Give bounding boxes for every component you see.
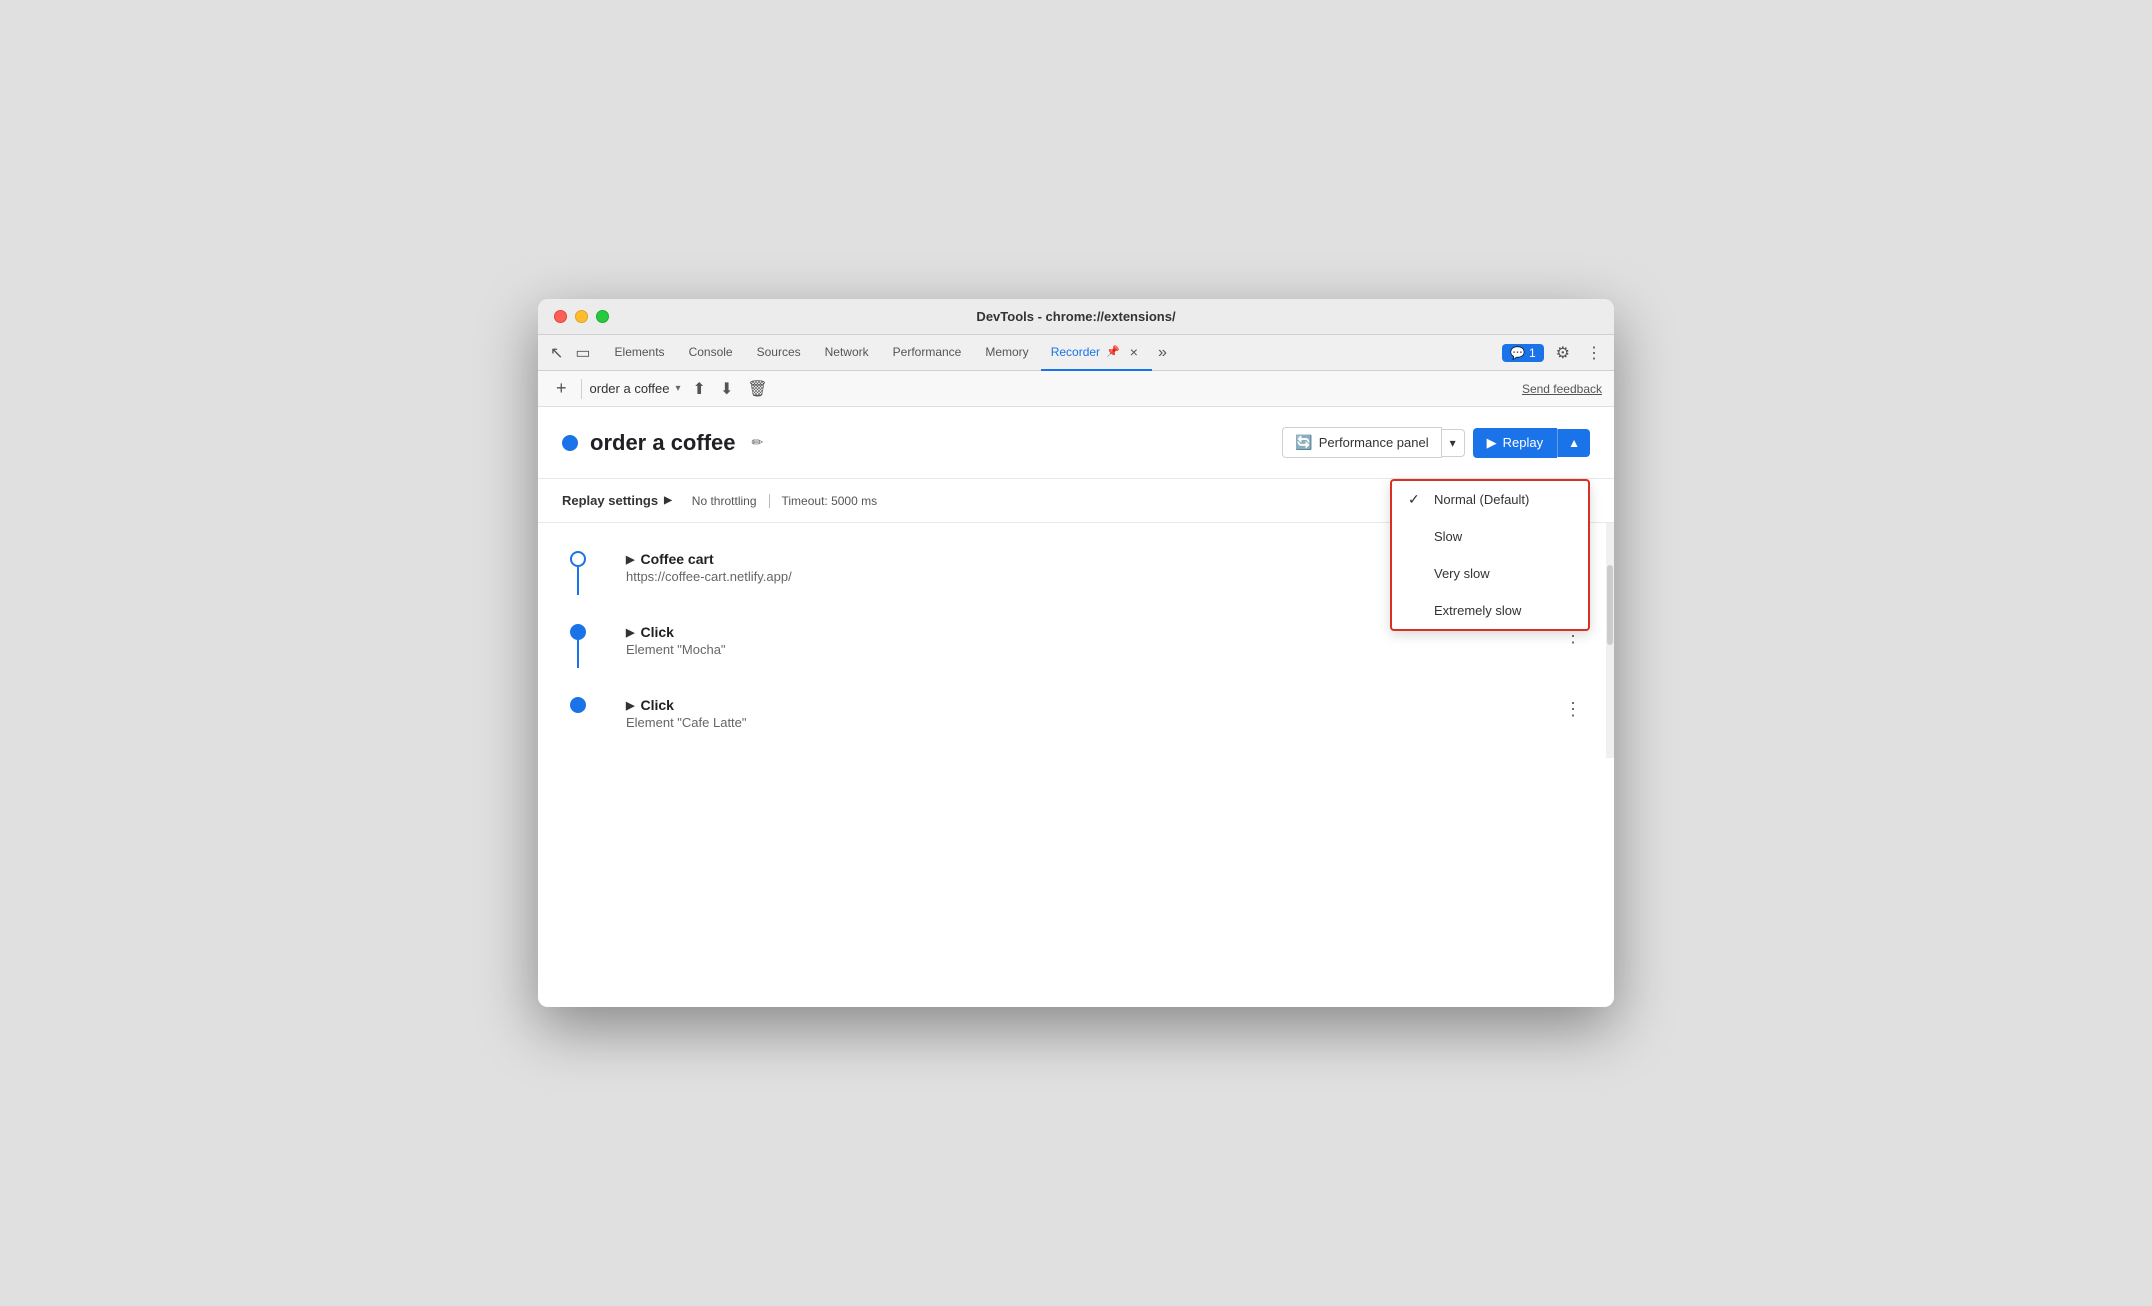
pin-icon: 📌 xyxy=(1106,345,1120,358)
dropdown-item-normal[interactable]: ✓ Normal (Default) xyxy=(1392,481,1588,518)
recording-header: order a coffee ✏ 🔄 Performance panel ▾ ▶ xyxy=(538,407,1614,479)
recorder-toolbar: + order a coffee ▾ ⬆ ⬇ 🗑 Send feedback xyxy=(538,371,1614,407)
window-controls xyxy=(554,310,609,323)
pencil-icon: ✏ xyxy=(752,434,764,450)
recording-controls: 🔄 Performance panel ▾ ▶ Replay ▲ xyxy=(1282,427,1590,458)
settings-button[interactable]: ⚙ xyxy=(1552,339,1574,367)
more-button[interactable]: ⋮ xyxy=(1582,339,1606,367)
delete-button[interactable]: 🗑 xyxy=(743,375,771,403)
replay-dropdown-button[interactable]: ▲ xyxy=(1557,429,1590,457)
tab-network[interactable]: Network xyxy=(813,335,881,371)
replay-button-group: ▶ Replay ▲ xyxy=(1473,428,1590,458)
tab-recorder-close[interactable]: × xyxy=(1126,342,1142,362)
step-subtitle-2: Element "Mocha" xyxy=(626,642,1556,657)
step-node-2 xyxy=(570,624,586,640)
devtools-right-actions: 💬 1 ⚙ ⋮ xyxy=(1502,339,1606,367)
dropdown-item-extremely-slow[interactable]: ✓ Extremely slow xyxy=(1392,592,1588,629)
scrollbar-track[interactable] xyxy=(1606,523,1614,758)
export-button[interactable]: ⬆ xyxy=(689,375,710,403)
content-area: order a coffee ✏ 🔄 Performance panel ▾ ▶ xyxy=(538,407,1614,1007)
table-row: ▶ Click Element "Cafe Latte" ⋮ xyxy=(538,685,1614,742)
gear-icon: ⚙ xyxy=(1556,345,1570,362)
step-subtitle-3: Element "Cafe Latte" xyxy=(626,715,1556,730)
maximize-button[interactable] xyxy=(596,310,609,323)
more-icon: ⋮ xyxy=(1586,345,1602,362)
devtools-icons: ↖ ▭ xyxy=(546,339,595,367)
expand-arrow-3: ▶ xyxy=(626,699,634,712)
settings-expand-arrow: ▶ xyxy=(664,495,672,506)
cursor-icon-btn[interactable]: ↖ xyxy=(546,339,567,367)
send-feedback-button[interactable]: Send feedback xyxy=(1522,382,1602,396)
step-line-1 xyxy=(577,567,579,595)
import-button[interactable]: ⬇ xyxy=(716,375,737,403)
replay-settings-info: No throttling Timeout: 5000 ms xyxy=(692,494,877,508)
devtools-tab-bar: ↖ ▭ Elements Console Sources Network Per… xyxy=(538,335,1614,371)
perf-dropdown-arrow-icon: ▾ xyxy=(1450,436,1456,450)
tab-console[interactable]: Console xyxy=(677,335,745,371)
step-timeline-3 xyxy=(538,697,618,713)
tab-performance[interactable]: Performance xyxy=(881,335,974,371)
toolbar-icons: ⬆ ⬇ 🗑 xyxy=(689,375,772,403)
replay-arrow-icon: ▲ xyxy=(1568,436,1580,450)
step-content-3: ▶ Click Element "Cafe Latte" xyxy=(618,697,1556,730)
recording-dropdown-arrow: ▾ xyxy=(676,383,681,394)
add-recording-button[interactable]: + xyxy=(550,376,573,401)
device-icon-btn[interactable]: ▭ xyxy=(571,339,594,367)
step-node-1 xyxy=(570,551,586,567)
scrollbar-thumb[interactable] xyxy=(1607,565,1613,645)
tab-more-btn[interactable]: » xyxy=(1152,344,1173,362)
step-node-3 xyxy=(570,697,586,713)
download-icon: ⬇ xyxy=(720,381,733,398)
tab-elements[interactable]: Elements xyxy=(603,335,677,371)
tab-sources[interactable]: Sources xyxy=(745,335,813,371)
recording-indicator xyxy=(562,435,578,451)
expand-arrow-2: ▶ xyxy=(626,626,634,639)
play-icon: ▶ xyxy=(1487,435,1497,451)
feedback-button[interactable]: 💬 1 xyxy=(1502,344,1544,362)
minimize-button[interactable] xyxy=(575,310,588,323)
step-timeline-1 xyxy=(538,551,618,567)
step-more-button-3[interactable]: ⋮ xyxy=(1556,697,1590,722)
perf-panel-icon: 🔄 xyxy=(1295,434,1312,451)
upload-icon: ⬆ xyxy=(693,381,706,398)
toolbar-divider xyxy=(581,379,582,399)
speed-dropdown-menu: ✓ Normal (Default) ✓ Slow ✓ Very slow ✓ … xyxy=(1390,479,1590,631)
chat-icon: 💬 xyxy=(1510,346,1525,360)
devtools-window: DevTools - chrome://extensions/ ↖ ▭ Elem… xyxy=(538,299,1614,1007)
titlebar: DevTools - chrome://extensions/ xyxy=(538,299,1614,335)
cursor-icon: ↖ xyxy=(550,343,563,363)
close-button[interactable] xyxy=(554,310,567,323)
replay-button[interactable]: ▶ Replay xyxy=(1473,428,1557,458)
tab-memory[interactable]: Memory xyxy=(973,335,1040,371)
step-title-3[interactable]: ▶ Click xyxy=(626,697,1556,713)
window-title: DevTools - chrome://extensions/ xyxy=(976,309,1175,324)
settings-divider xyxy=(769,494,770,508)
tab-recorder[interactable]: Recorder 📌 × xyxy=(1041,335,1152,371)
checkmark-icon: ✓ xyxy=(1408,491,1424,508)
trash-icon: 🗑 xyxy=(747,381,767,398)
step-line-2 xyxy=(577,640,579,668)
expand-arrow-1: ▶ xyxy=(626,553,634,566)
recording-title: order a coffee xyxy=(590,430,736,456)
step-timeline-2 xyxy=(538,624,618,640)
dropdown-item-very-slow[interactable]: ✓ Very slow xyxy=(1392,555,1588,592)
device-icon: ▭ xyxy=(575,343,590,363)
recording-name-selector[interactable]: order a coffee ▾ xyxy=(590,381,681,396)
edit-title-button[interactable]: ✏ xyxy=(748,430,768,455)
replay-settings-toggle[interactable]: Replay settings ▶ xyxy=(562,493,672,508)
dropdown-item-slow[interactable]: ✓ Slow xyxy=(1392,518,1588,555)
performance-panel-button[interactable]: 🔄 Performance panel xyxy=(1282,427,1441,458)
perf-panel-dropdown-button[interactable]: ▾ xyxy=(1442,429,1465,457)
